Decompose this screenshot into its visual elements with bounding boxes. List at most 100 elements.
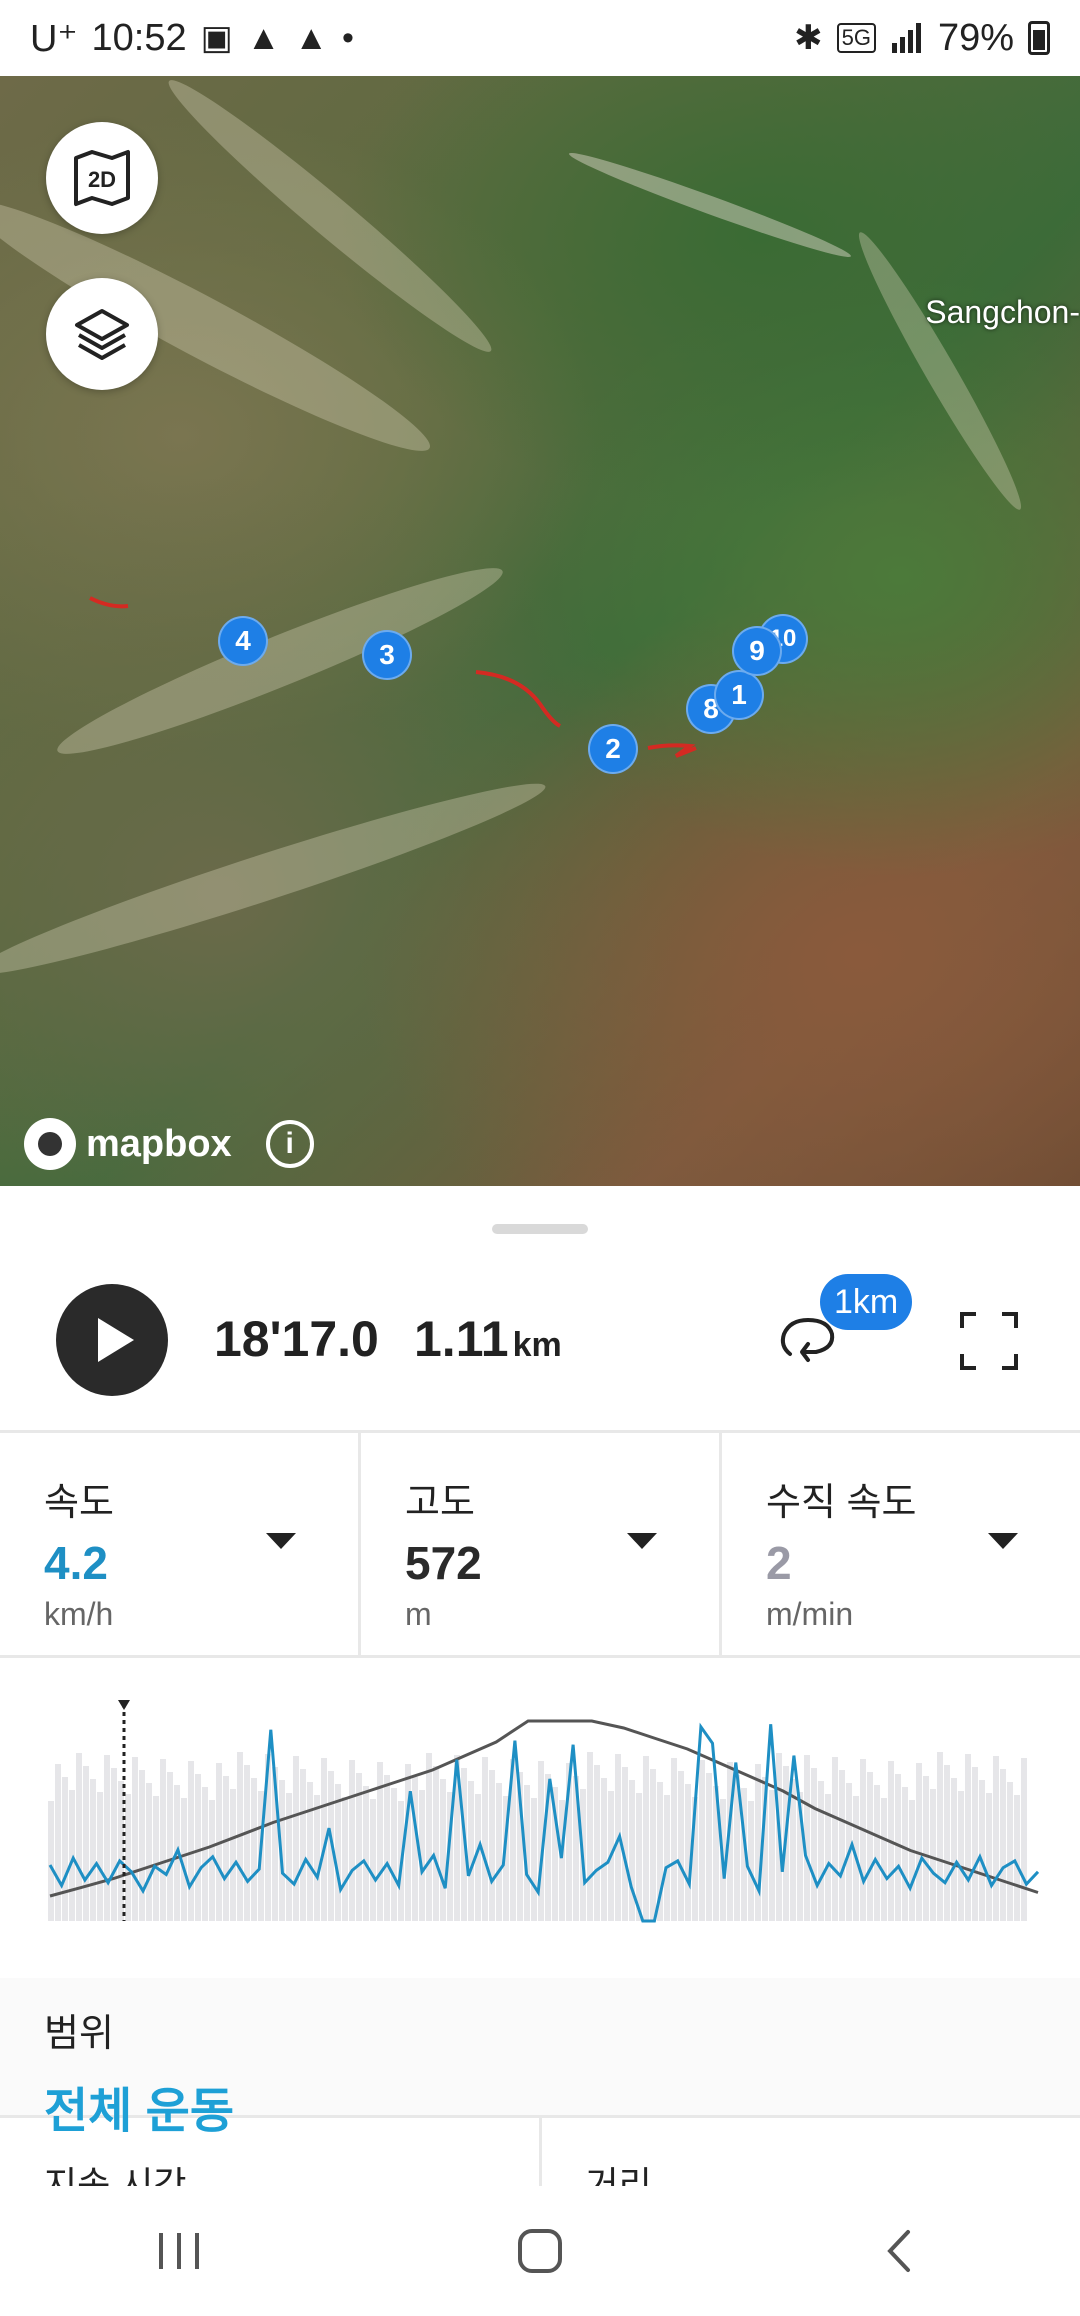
summary-row: 지속 시간 거리 <box>0 2118 1080 2186</box>
background-bar <box>1021 1758 1027 1921</box>
lap-distance-badge[interactable]: 1km <box>820 1274 913 1330</box>
background-bar <box>706 1773 712 1921</box>
recent-apps-button[interactable] <box>130 2211 230 2291</box>
background-bar <box>468 1781 474 1921</box>
background-bar <box>930 1789 936 1921</box>
distance-value: 1.11 <box>414 1311 509 1367</box>
background-bar <box>937 1752 943 1921</box>
home-button[interactable] <box>490 2211 590 2291</box>
background-bar <box>412 1777 418 1921</box>
distance-unit: km <box>512 1326 562 1364</box>
fullscreen-icon[interactable] <box>958 1310 1020 1372</box>
cursor-marker[interactable] <box>118 1700 130 1710</box>
background-bar <box>55 1764 61 1921</box>
metric-speed[interactable]: 속도 4.2 km/h <box>0 1433 361 1655</box>
metric-label: 고도 <box>405 1482 475 1524</box>
status-right: ✱ 5G 79% <box>794 17 1050 60</box>
background-bar <box>839 1770 845 1921</box>
summary-distance-label: 거리 <box>585 2164 652 2186</box>
back-button[interactable] <box>850 2211 950 2291</box>
metrics-row: 속도 4.2 km/h 고도 572 m 수직 속도 2 m/min <box>0 1430 1080 1658</box>
background-bar <box>699 1760 705 1921</box>
background-bar <box>83 1766 89 1921</box>
background-bar <box>986 1793 992 1921</box>
background-bar <box>69 1790 75 1921</box>
background-bar <box>832 1757 838 1921</box>
gallery-icon: ▣ <box>200 19 233 57</box>
clock: 10:52 <box>91 16 187 59</box>
background-bar <box>139 1770 145 1921</box>
background-bar <box>251 1778 257 1921</box>
satellite-map[interactable]: 2D Sangchon- 4 3 2 8 10 1 9 mapbox i <box>0 76 1080 1186</box>
background-bar <box>650 1769 656 1921</box>
background-bar <box>496 1783 502 1921</box>
background-bar <box>748 1801 754 1921</box>
waypoint-marker[interactable]: 4 <box>218 616 268 666</box>
caret-down-icon[interactable] <box>266 1533 296 1549</box>
metric-vertical-speed[interactable]: 수직 속도 2 m/min <box>722 1433 1080 1655</box>
caret-down-icon[interactable] <box>988 1533 1018 1549</box>
background-bar <box>76 1753 82 1921</box>
home-icon <box>518 2229 562 2273</box>
background-bar <box>342 1797 348 1921</box>
metric-label: 속도 <box>44 1482 114 1524</box>
background-bar <box>972 1767 978 1921</box>
background-bar <box>818 1781 824 1921</box>
background-bar <box>153 1796 159 1921</box>
background-bar <box>944 1765 950 1921</box>
info-icon[interactable]: i <box>265 1120 314 1168</box>
background-bar <box>111 1768 117 1921</box>
waypoint-marker[interactable]: 9 <box>732 626 782 676</box>
mapbox-attribution[interactable]: mapbox i <box>24 1118 314 1170</box>
mountain-icon: ▲ <box>246 19 281 57</box>
background-bar <box>293 1756 299 1921</box>
background-bar <box>300 1769 306 1921</box>
background-bar <box>188 1761 194 1921</box>
background-bar <box>146 1783 152 1921</box>
background-bar <box>685 1784 691 1921</box>
metric-unit: km/h <box>44 1596 114 1632</box>
activity-screen: U⁺ 10:52 ▣ ▲ ▲ • ✱ 5G 79% 2D Sangchon- 4… <box>0 0 1080 2316</box>
background-bar <box>909 1800 915 1921</box>
caret-down-icon[interactable] <box>627 1533 657 1549</box>
network-badge: 5G <box>836 23 876 53</box>
recent-apps-icon <box>159 2233 199 2269</box>
bluetooth-icon: ✱ <box>794 19 823 57</box>
background-bar <box>370 1799 376 1921</box>
metric-unit: m <box>405 1596 432 1632</box>
waypoint-marker[interactable]: 1 <box>714 670 764 720</box>
background-bar <box>314 1795 320 1921</box>
background-bar <box>104 1755 110 1921</box>
waypoint-marker[interactable]: 2 <box>588 724 638 774</box>
background-bar <box>867 1772 873 1921</box>
background-bar <box>62 1777 68 1921</box>
battery-icon <box>1028 21 1050 55</box>
background-bar <box>923 1776 929 1921</box>
background-bar <box>916 1763 922 1921</box>
background-bar <box>440 1779 446 1921</box>
background-bar <box>993 1756 999 1921</box>
play-button[interactable] <box>56 1284 168 1396</box>
play-icon <box>98 1318 134 1362</box>
mountain-icon: ▲ <box>294 19 329 57</box>
background-bar <box>286 1793 292 1921</box>
background-bar <box>125 1794 131 1921</box>
background-bar <box>587 1752 593 1921</box>
metric-unit: m/min <box>766 1596 854 1632</box>
activity-chart[interactable] <box>44 1696 1044 1936</box>
background-bar <box>167 1772 173 1921</box>
summary-duration-label: 지속 시간 <box>0 2118 542 2186</box>
sheet-handle[interactable] <box>492 1224 588 1234</box>
background-bar <box>90 1779 96 1921</box>
background-bar <box>664 1795 670 1921</box>
waypoint-marker[interactable]: 3 <box>362 630 412 680</box>
background-bar <box>874 1785 880 1921</box>
range-section[interactable]: 범위 전체 운동 <box>0 1978 1080 2138</box>
background-bar <box>979 1780 985 1921</box>
background-bar <box>195 1774 201 1921</box>
background-bar <box>769 1790 775 1921</box>
background-bar <box>132 1757 138 1921</box>
metric-value: 4.2 <box>44 1537 108 1589</box>
metric-altitude[interactable]: 고도 572 m <box>361 1433 722 1655</box>
status-left: U⁺ 10:52 ▣ ▲ ▲ • <box>30 16 354 61</box>
